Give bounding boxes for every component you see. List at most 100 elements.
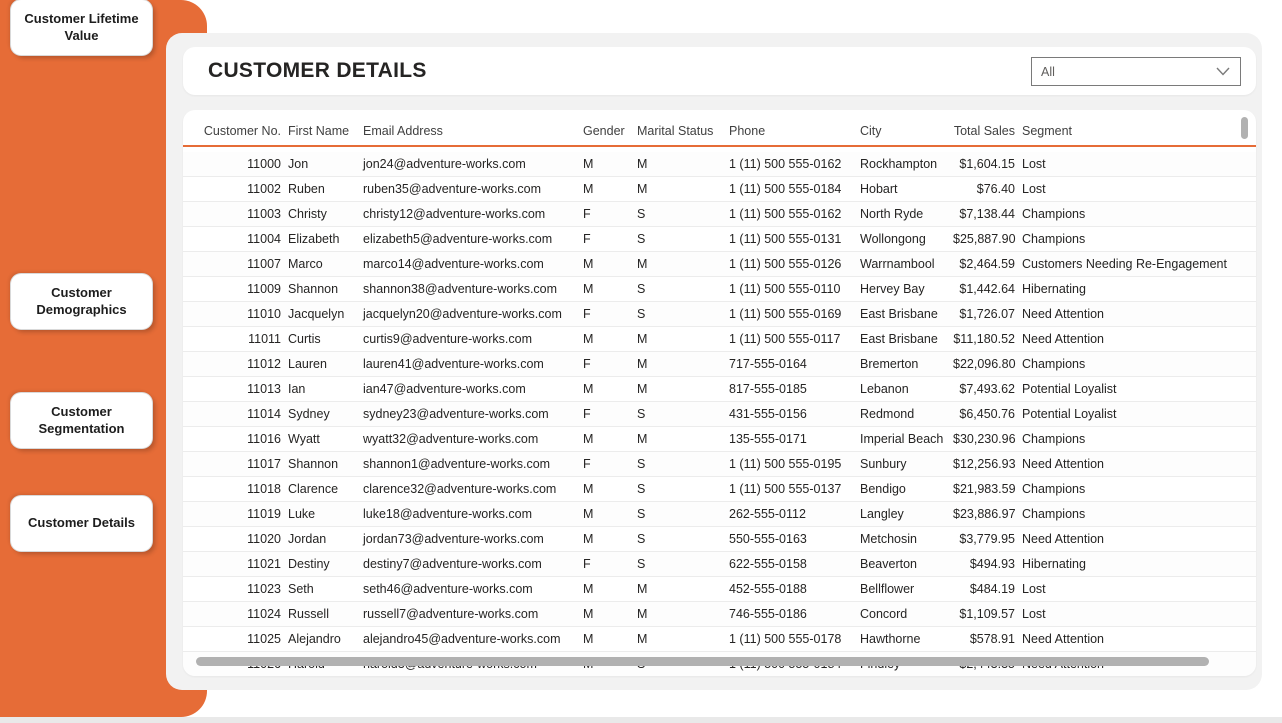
cell-phone: 622-555-0158 xyxy=(729,557,853,571)
cell-marital-status: S xyxy=(637,482,722,496)
cell-marital-status: M xyxy=(637,432,722,446)
table-row[interactable]: 11024 Russell russell7@adventure-works.c… xyxy=(183,602,1256,627)
column-header-gender[interactable]: Gender xyxy=(583,124,630,138)
cell-total-sales: $3,779.95 xyxy=(953,532,1015,546)
table-row[interactable]: 11014 Sydney sydney23@adventure-works.co… xyxy=(183,402,1256,427)
cell-email-address: lauren41@adventure-works.com xyxy=(363,357,576,371)
table-row[interactable]: 11003 Christy christy12@adventure-works.… xyxy=(183,202,1256,227)
cell-city: East Brisbane xyxy=(860,307,946,321)
column-header-city[interactable]: City xyxy=(860,124,946,138)
canvas-bottom-edge xyxy=(0,717,1282,723)
segment-filter-dropdown[interactable]: All xyxy=(1031,57,1241,86)
column-header-total-sales[interactable]: Total Sales xyxy=(953,124,1015,138)
table-row[interactable]: 11012 Lauren lauren41@adventure-works.co… xyxy=(183,352,1256,377)
cell-gender: M xyxy=(583,532,630,546)
cell-segment: Need Attention xyxy=(1022,532,1232,546)
cell-gender: M xyxy=(583,257,630,271)
cell-customer-no: 11011 xyxy=(196,332,281,346)
column-header-segment[interactable]: Segment xyxy=(1022,124,1232,138)
cell-marital-status: M xyxy=(637,607,722,621)
cell-email-address: seth46@adventure-works.com xyxy=(363,582,576,596)
column-header-first-name[interactable]: First Name xyxy=(288,124,356,138)
cell-city: Hobart xyxy=(860,182,946,196)
column-header-marital-status[interactable]: Marital Status xyxy=(637,124,722,138)
table-row[interactable]: 11013 Ian ian47@adventure-works.com M M … xyxy=(183,377,1256,402)
cell-email-address: luke18@adventure-works.com xyxy=(363,507,576,521)
cell-customer-no: 11017 xyxy=(196,457,281,471)
cell-city: Imperial Beach xyxy=(860,432,946,446)
cell-email-address: wyatt32@adventure-works.com xyxy=(363,432,576,446)
cell-marital-status: S xyxy=(637,232,722,246)
sidebar-item-customer-demographics[interactable]: Customer Demographics xyxy=(11,274,152,329)
cell-email-address: jordan73@adventure-works.com xyxy=(363,532,576,546)
table-row[interactable]: 11007 Marco marco14@adventure-works.com … xyxy=(183,252,1256,277)
table-row[interactable]: 11018 Clarence clarence32@adventure-work… xyxy=(183,477,1256,502)
table-row[interactable]: 11000 Jon jon24@adventure-works.com M M … xyxy=(183,152,1256,177)
cell-email-address: elizabeth5@adventure-works.com xyxy=(363,232,576,246)
table-row[interactable]: 11002 Ruben ruben35@adventure-works.com … xyxy=(183,177,1256,202)
cell-phone: 550-555-0163 xyxy=(729,532,853,546)
cell-first-name: Clarence xyxy=(288,482,356,496)
column-header-customer-no[interactable]: Customer No. xyxy=(196,124,281,138)
cell-gender: M xyxy=(583,282,630,296)
cell-phone: 1 (11) 500 555-0126 xyxy=(729,257,853,271)
cell-city: Bellflower xyxy=(860,582,946,596)
sidebar-item-customer-details[interactable]: Customer Details xyxy=(11,496,152,551)
table-row[interactable]: 11019 Luke luke18@adventure-works.com M … xyxy=(183,502,1256,527)
table-row[interactable]: 11009 Shannon shannon38@adventure-works.… xyxy=(183,277,1256,302)
cell-gender: M xyxy=(583,607,630,621)
cell-gender: M xyxy=(583,582,630,596)
cell-gender: M xyxy=(583,482,630,496)
cell-customer-no: 11019 xyxy=(196,507,281,521)
table-row[interactable]: 11021 Destiny destiny7@adventure-works.c… xyxy=(183,552,1256,577)
cell-email-address: jon24@adventure-works.com xyxy=(363,157,576,171)
column-header-phone[interactable]: Phone xyxy=(729,124,853,138)
cell-total-sales: $7,138.44 xyxy=(953,207,1015,221)
cell-segment: Need Attention xyxy=(1022,632,1232,646)
cell-phone: 746-555-0186 xyxy=(729,607,853,621)
table-row[interactable]: 11004 Elizabeth elizabeth5@adventure-wor… xyxy=(183,227,1256,252)
cell-segment: Champions xyxy=(1022,507,1232,521)
table-row[interactable]: 11025 Alejandro alejandro45@adventure-wo… xyxy=(183,627,1256,652)
table-row[interactable]: 11010 Jacquelyn jacquelyn20@adventure-wo… xyxy=(183,302,1256,327)
sidebar-item-label: Customer Segmentation xyxy=(19,404,144,438)
cell-first-name: Shannon xyxy=(288,282,356,296)
cell-customer-no: 11007 xyxy=(196,257,281,271)
cell-phone: 262-555-0112 xyxy=(729,507,853,521)
cell-segment: Champions xyxy=(1022,357,1232,371)
cell-gender: F xyxy=(583,557,630,571)
sidebar-item-customer-lifetime-value[interactable]: Customer Lifetime Value xyxy=(11,0,152,55)
cell-customer-no: 11021 xyxy=(196,557,281,571)
cell-gender: M xyxy=(583,507,630,521)
cell-city: Metchosin xyxy=(860,532,946,546)
table-row[interactable]: 11016 Wyatt wyatt32@adventure-works.com … xyxy=(183,427,1256,452)
cell-city: Rockhampton xyxy=(860,157,946,171)
cell-marital-status: S xyxy=(637,557,722,571)
cell-marital-status: S xyxy=(637,282,722,296)
cell-gender: M xyxy=(583,382,630,396)
cell-segment: Customers Needing Re-Engagement xyxy=(1022,257,1232,271)
vertical-scrollbar-thumb[interactable] xyxy=(1241,117,1248,139)
cell-phone: 1 (11) 500 555-0162 xyxy=(729,157,853,171)
cell-phone: 717-555-0164 xyxy=(729,357,853,371)
cell-segment: Lost xyxy=(1022,582,1232,596)
table-row[interactable]: 11017 Shannon shannon1@adventure-works.c… xyxy=(183,452,1256,477)
cell-first-name: Jon xyxy=(288,157,356,171)
table-row[interactable]: 11023 Seth seth46@adventure-works.com M … xyxy=(183,577,1256,602)
sidebar-item-customer-segmentation[interactable]: Customer Segmentation xyxy=(11,393,152,448)
table-row[interactable]: 11020 Jordan jordan73@adventure-works.co… xyxy=(183,527,1256,552)
cell-city: Concord xyxy=(860,607,946,621)
cell-gender: M xyxy=(583,332,630,346)
cell-first-name: Lauren xyxy=(288,357,356,371)
cell-gender: F xyxy=(583,207,630,221)
cell-marital-status: M xyxy=(637,582,722,596)
cell-marital-status: M xyxy=(637,632,722,646)
cell-first-name: Elizabeth xyxy=(288,232,356,246)
table-row[interactable]: 11011 Curtis curtis9@adventure-works.com… xyxy=(183,327,1256,352)
horizontal-scrollbar-thumb[interactable] xyxy=(196,657,1209,666)
cell-total-sales: $6,450.76 xyxy=(953,407,1015,421)
cell-gender: M xyxy=(583,432,630,446)
column-header-email-address[interactable]: Email Address xyxy=(363,124,576,138)
cell-customer-no: 11003 xyxy=(196,207,281,221)
cell-phone: 1 (11) 500 555-0178 xyxy=(729,632,853,646)
